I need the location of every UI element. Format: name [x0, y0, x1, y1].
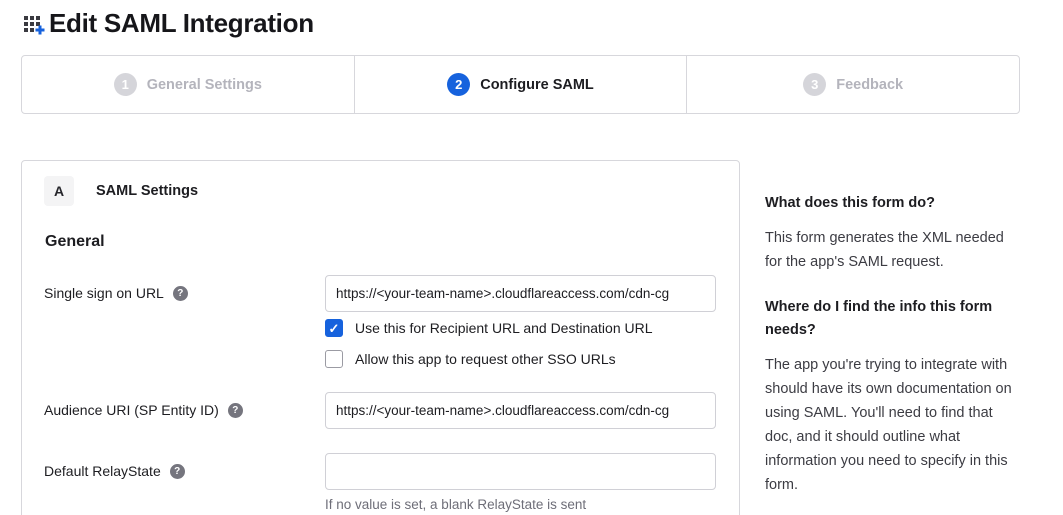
section-a-badge: A: [44, 176, 74, 206]
section-title: SAML Settings: [96, 183, 198, 199]
help-heading-where: Where do I find the info this form needs…: [765, 296, 1019, 342]
single-sign-on-url-label-col: Single sign on URL ?: [44, 275, 325, 368]
audience-uri-row: Audience URI (SP Entity ID) ?: [44, 392, 717, 429]
help-para-what: This form generates the XML needed for t…: [765, 226, 1019, 274]
general-group-heading: General: [45, 233, 717, 251]
checkmark-icon: ✓: [329, 322, 340, 335]
step-3-number-badge: 3: [803, 73, 826, 96]
single-sign-on-url-input-col: ✓ Use this for Recipient URL and Destina…: [325, 275, 716, 368]
step-2-label: Configure SAML: [480, 77, 594, 93]
step-3-label: Feedback: [836, 77, 903, 93]
help-icon[interactable]: ?: [170, 464, 185, 479]
audience-uri-input-col: [325, 392, 716, 429]
default-relaystate-label-col: Default RelayState ?: [44, 453, 325, 512]
step-1-number-badge: 1: [114, 73, 137, 96]
recipient-destination-checkbox[interactable]: ✓: [325, 319, 343, 337]
other-sso-urls-checkbox[interactable]: ✓: [325, 350, 343, 368]
page-title: Edit SAML Integration: [49, 8, 314, 39]
edit-saml-integration-page: Edit SAML Integration 1 General Settings…: [0, 0, 1063, 515]
wizard-stepper: 1 General Settings 2 Configure SAML 3 Fe…: [21, 55, 1020, 114]
single-sign-on-url-row: Single sign on URL ? ✓ Use this for Reci…: [44, 275, 717, 368]
default-relaystate-input-col: If no value is set, a blank RelayState i…: [325, 453, 716, 512]
section-header: A SAML Settings: [44, 176, 717, 206]
recipient-destination-checkbox-row[interactable]: ✓ Use this for Recipient URL and Destina…: [325, 319, 716, 337]
default-relaystate-label: Default RelayState: [44, 463, 161, 479]
help-heading-what: What does this form do?: [765, 192, 1019, 215]
page-header: Edit SAML Integration: [21, 8, 1020, 39]
help-icon[interactable]: ?: [173, 286, 188, 301]
step-2-number-badge: 2: [447, 73, 470, 96]
single-sign-on-url-label: Single sign on URL: [44, 285, 164, 301]
audience-uri-label: Audience URI (SP Entity ID): [44, 402, 219, 418]
default-relaystate-row: Default RelayState ? If no value is set,…: [44, 453, 717, 512]
help-para-where: The app you're trying to integrate with …: [765, 353, 1019, 497]
saml-settings-panel: A SAML Settings General Single sign on U…: [21, 160, 740, 515]
app-grid-plus-icon: [21, 11, 47, 37]
audience-uri-input[interactable]: [325, 392, 716, 429]
other-sso-urls-checkbox-row[interactable]: ✓ Allow this app to request other SSO UR…: [325, 350, 716, 368]
audience-uri-label-col: Audience URI (SP Entity ID) ?: [44, 392, 325, 429]
help-icon[interactable]: ?: [228, 403, 243, 418]
default-relaystate-input[interactable]: [325, 453, 716, 490]
other-sso-urls-checkbox-label: Allow this app to request other SSO URLs: [355, 351, 616, 367]
single-sign-on-url-input[interactable]: [325, 275, 716, 312]
relaystate-hint: If no value is set, a blank RelayState i…: [325, 497, 716, 512]
main-content: A SAML Settings General Single sign on U…: [21, 160, 1020, 515]
step-1-label: General Settings: [147, 77, 262, 93]
step-general-settings[interactable]: 1 General Settings: [22, 56, 354, 113]
step-configure-saml[interactable]: 2 Configure SAML: [354, 56, 687, 113]
recipient-destination-checkbox-label: Use this for Recipient URL and Destinati…: [355, 320, 653, 336]
step-feedback[interactable]: 3 Feedback: [686, 56, 1019, 113]
help-sidebar: What does this form do? This form genera…: [765, 160, 1019, 497]
